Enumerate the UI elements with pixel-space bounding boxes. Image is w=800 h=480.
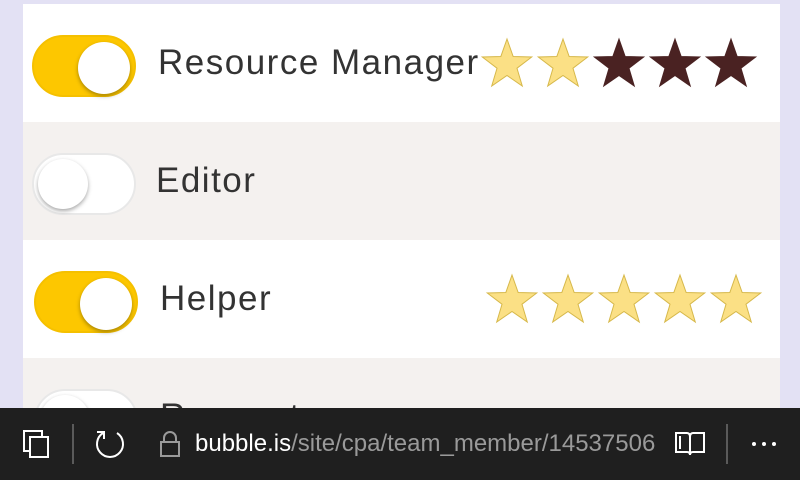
more-icon[interactable] xyxy=(744,408,784,480)
list-item: Request xyxy=(23,358,780,408)
tabs-icon[interactable] xyxy=(16,408,56,480)
team-member-list: Resource Manager Editor Helper Request xyxy=(23,4,780,408)
star-empty-icon[interactable] xyxy=(704,37,758,88)
url-path: /site/cpa/team_member/1453750660 xyxy=(291,430,655,457)
role-label: Request xyxy=(160,394,301,408)
role-label: Editor xyxy=(156,161,257,200)
role-label: Resource Manager xyxy=(158,43,480,82)
star-filled-icon[interactable] xyxy=(541,273,595,324)
toolbar-divider xyxy=(726,424,728,464)
list-item: Helper xyxy=(23,240,780,358)
star-filled-icon[interactable] xyxy=(709,273,763,324)
star-filled-icon[interactable] xyxy=(597,273,651,324)
star-filled-icon[interactable] xyxy=(536,37,590,88)
role-toggle[interactable] xyxy=(32,153,136,215)
address-bar[interactable]: bubble.is/site/cpa/team_member/145375066… xyxy=(195,428,655,460)
star-empty-icon[interactable] xyxy=(648,37,702,88)
list-item: Editor xyxy=(23,122,780,240)
star-filled-icon[interactable] xyxy=(653,273,707,324)
refresh-icon[interactable] xyxy=(88,408,132,480)
browser-toolbar: bubble.is/site/cpa/team_member/145375066… xyxy=(0,408,800,480)
toolbar-divider xyxy=(72,424,74,464)
toggle-knob xyxy=(78,42,130,94)
star-empty-icon[interactable] xyxy=(592,37,646,88)
toggle-knob xyxy=(40,395,90,408)
page-viewport: Resource Manager Editor Helper Request xyxy=(0,0,800,408)
url-host: bubble.is xyxy=(195,430,292,457)
role-toggle[interactable] xyxy=(32,35,136,97)
star-filled-icon[interactable] xyxy=(485,273,539,324)
role-label: Helper xyxy=(160,279,273,318)
role-toggle[interactable] xyxy=(34,271,138,333)
list-item: Resource Manager xyxy=(23,4,780,122)
lock-icon xyxy=(156,408,184,480)
star-filled-icon[interactable] xyxy=(480,37,534,88)
toggle-knob xyxy=(38,159,88,209)
role-toggle[interactable] xyxy=(34,389,138,408)
star-rating[interactable] xyxy=(485,272,765,328)
toggle-knob xyxy=(80,278,132,330)
star-rating[interactable] xyxy=(480,36,760,92)
reading-view-icon[interactable] xyxy=(670,408,710,480)
